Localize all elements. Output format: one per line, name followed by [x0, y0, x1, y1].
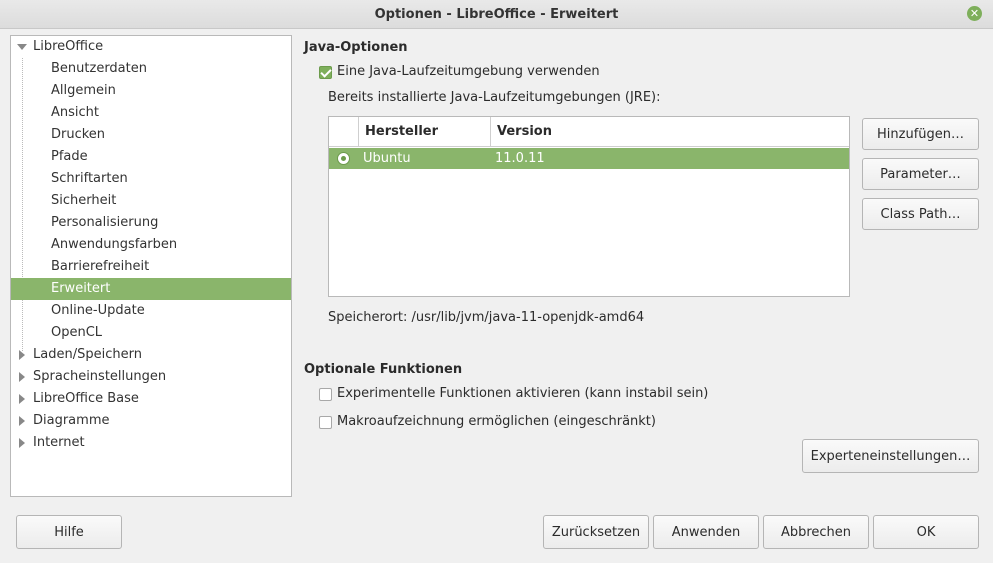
tree-item-label: Pfade	[51, 149, 88, 164]
jre-radio-button[interactable]	[337, 152, 350, 165]
table-row[interactable]: Ubuntu 11.0.11	[329, 148, 849, 169]
tree-item-label: LibreOffice Base	[33, 391, 139, 406]
tree-item-label: Ansicht	[51, 105, 100, 120]
tree-item-label: Schriftarten	[51, 171, 128, 186]
close-icon[interactable]: ✕	[967, 6, 982, 21]
use-jre-label: Eine Java-Laufzeitumgebung verwenden	[337, 64, 600, 79]
parameters-button[interactable]: Parameter…	[862, 158, 979, 190]
tree-item-label: LibreOffice	[33, 39, 104, 54]
tree-item-label: Drucken	[51, 127, 106, 142]
options-tree[interactable]: LibreOffice Benutzerdaten Allgemein Ansi…	[10, 35, 292, 497]
add-jre-button[interactable]: Hinzufügen…	[862, 118, 979, 150]
reset-button[interactable]: Zurücksetzen	[543, 515, 649, 549]
tree-item-label: OpenCL	[51, 325, 103, 340]
title-bar: Optionen - LibreOffice - Erweitert ✕	[0, 0, 993, 29]
tree-item-label: Barrierefreiheit	[51, 259, 150, 274]
column-header-vendor[interactable]: Hersteller	[359, 117, 491, 147]
tree-item-label: Allgemein	[51, 83, 116, 98]
expert-configuration-button[interactable]: Experteneinstellungen…	[802, 439, 979, 473]
experimental-features-checkbox[interactable]	[319, 388, 332, 401]
tree-item-label: Online-Update	[51, 303, 145, 318]
tree-item-label: Erweitert	[51, 281, 111, 296]
tree-item-pfade[interactable]: Pfade	[11, 146, 291, 168]
tree-item-label: Spracheinstellungen	[33, 369, 167, 384]
window-title: Optionen - LibreOffice - Erweitert	[374, 6, 619, 22]
help-button[interactable]: Hilfe	[16, 515, 122, 549]
jre-version: 11.0.11	[495, 151, 545, 166]
optional-features-title: Optionale Funktionen	[304, 362, 463, 377]
column-header-version[interactable]: Version	[491, 117, 849, 147]
chevron-down-icon[interactable]	[17, 36, 27, 58]
use-jre-checkbox[interactable]	[319, 66, 332, 79]
tree-item-drucken[interactable]: Drucken	[11, 124, 291, 146]
tree-item-anwendungsfarben[interactable]: Anwendungsfarben	[11, 234, 291, 256]
tree-item-personalisierung[interactable]: Personalisierung	[11, 212, 291, 234]
cancel-button[interactable]: Abbrechen	[763, 515, 869, 549]
tree-item-libreoffice[interactable]: LibreOffice	[11, 36, 291, 58]
apply-button[interactable]: Anwenden	[653, 515, 759, 549]
tree-item-label: Personalisierung	[51, 215, 159, 230]
jre-vendor: Ubuntu	[363, 151, 411, 166]
chevron-right-icon[interactable]	[17, 410, 27, 432]
tree-item-ansicht[interactable]: Ansicht	[11, 102, 291, 124]
tree-item-barrierefreiheit[interactable]: Barrierefreiheit	[11, 256, 291, 278]
jre-table-header: Hersteller Version	[329, 117, 849, 147]
jre-location: Speicherort: /usr/lib/jvm/java-11-openjd…	[328, 310, 645, 325]
tree-item-laden-speichern[interactable]: Laden/Speichern	[11, 344, 291, 366]
chevron-right-icon[interactable]	[17, 366, 27, 388]
chevron-right-icon[interactable]	[17, 388, 27, 410]
tree-item-schriftarten[interactable]: Schriftarten	[11, 168, 291, 190]
tree-item-spracheinstellungen[interactable]: Spracheinstellungen	[11, 366, 291, 388]
tree-item-label: Benutzerdaten	[51, 61, 147, 76]
tree-item-libreoffice-base[interactable]: LibreOffice Base	[11, 388, 291, 410]
tree-item-opencl[interactable]: OpenCL	[11, 322, 291, 344]
tree-item-label: Internet	[33, 435, 85, 450]
java-options-title: Java-Optionen	[304, 40, 408, 55]
tree-item-label: Sicherheit	[51, 193, 117, 208]
macro-recording-checkbox[interactable]	[319, 416, 332, 429]
ok-button[interactable]: OK	[873, 515, 979, 549]
chevron-right-icon[interactable]	[17, 432, 27, 454]
jre-select-column-header[interactable]	[329, 117, 359, 147]
class-path-button[interactable]: Class Path…	[862, 198, 979, 230]
tree-item-allgemein[interactable]: Allgemein	[11, 80, 291, 102]
tree-item-sicherheit[interactable]: Sicherheit	[11, 190, 291, 212]
jre-table[interactable]: Hersteller Version Ubuntu 11.0.11	[328, 116, 850, 297]
chevron-right-icon[interactable]	[17, 344, 27, 366]
tree-item-benutzerdaten[interactable]: Benutzerdaten	[11, 58, 291, 80]
installed-jre-label: Bereits installierte Java-Laufzeitumgebu…	[328, 90, 661, 105]
tree-item-internet[interactable]: Internet	[11, 432, 291, 454]
tree-item-diagramme[interactable]: Diagramme	[11, 410, 291, 432]
tree-item-label: Anwendungsfarben	[51, 237, 178, 252]
experimental-features-label: Experimentelle Funktionen aktivieren (ka…	[337, 386, 709, 401]
macro-recording-label: Makroaufzeichnung ermöglichen (eingeschr…	[337, 414, 656, 429]
tree-item-online-update[interactable]: Online-Update	[11, 300, 291, 322]
tree-item-label: Laden/Speichern	[33, 347, 142, 362]
tree-item-erweitert[interactable]: Erweitert	[11, 278, 291, 300]
tree-item-label: Diagramme	[33, 413, 110, 428]
